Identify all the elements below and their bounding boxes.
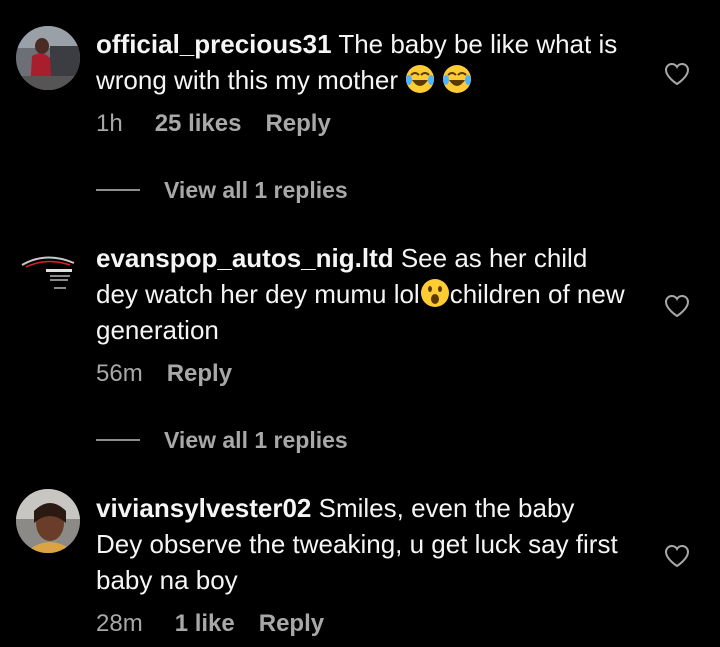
view-replies-button[interactable]: View all 1 replies xyxy=(96,175,348,205)
comment-meta: 28m 1 like Reply xyxy=(96,610,324,638)
timestamp: 1h xyxy=(96,110,123,137)
avatar[interactable] xyxy=(16,489,80,553)
username[interactable]: evanspop_autos_nig.ltd xyxy=(96,243,394,273)
reply-button[interactable]: Reply xyxy=(265,110,330,138)
timestamp: 56m xyxy=(96,360,143,387)
surprised-emoji-icon xyxy=(420,279,449,307)
timestamp: 28m xyxy=(96,610,143,637)
comment-meta: 56m Reply xyxy=(96,360,232,388)
comment-meta: 1h 25 likes Reply xyxy=(96,110,331,138)
divider xyxy=(96,189,140,191)
avatar[interactable] xyxy=(16,237,80,301)
view-replies-button[interactable]: View all 1 replies xyxy=(96,425,348,455)
comment-text: viviansylvester02 Smiles, even the baby … xyxy=(96,490,626,598)
comment-text: official_precious31 The baby be like wha… xyxy=(96,26,626,98)
comment-text: evanspop_autos_nig.ltd See as her child … xyxy=(96,240,626,348)
heart-outline-icon[interactable] xyxy=(664,544,690,568)
divider xyxy=(96,439,140,441)
heart-outline-icon[interactable] xyxy=(664,294,690,318)
view-replies-label: View all 1 replies xyxy=(164,176,348,203)
likes-count[interactable]: 1 like xyxy=(175,610,235,638)
username[interactable]: official_precious31 xyxy=(96,29,332,59)
likes-count[interactable]: 25 likes xyxy=(155,110,242,138)
avatar[interactable] xyxy=(16,26,80,90)
reply-button[interactable]: Reply xyxy=(167,360,232,388)
heart-outline-icon[interactable] xyxy=(664,62,690,86)
laughing-emoji-icon xyxy=(405,65,472,95)
reply-button[interactable]: Reply xyxy=(259,610,324,638)
username[interactable]: viviansylvester02 xyxy=(96,493,311,523)
view-replies-label: View all 1 replies xyxy=(164,426,348,453)
